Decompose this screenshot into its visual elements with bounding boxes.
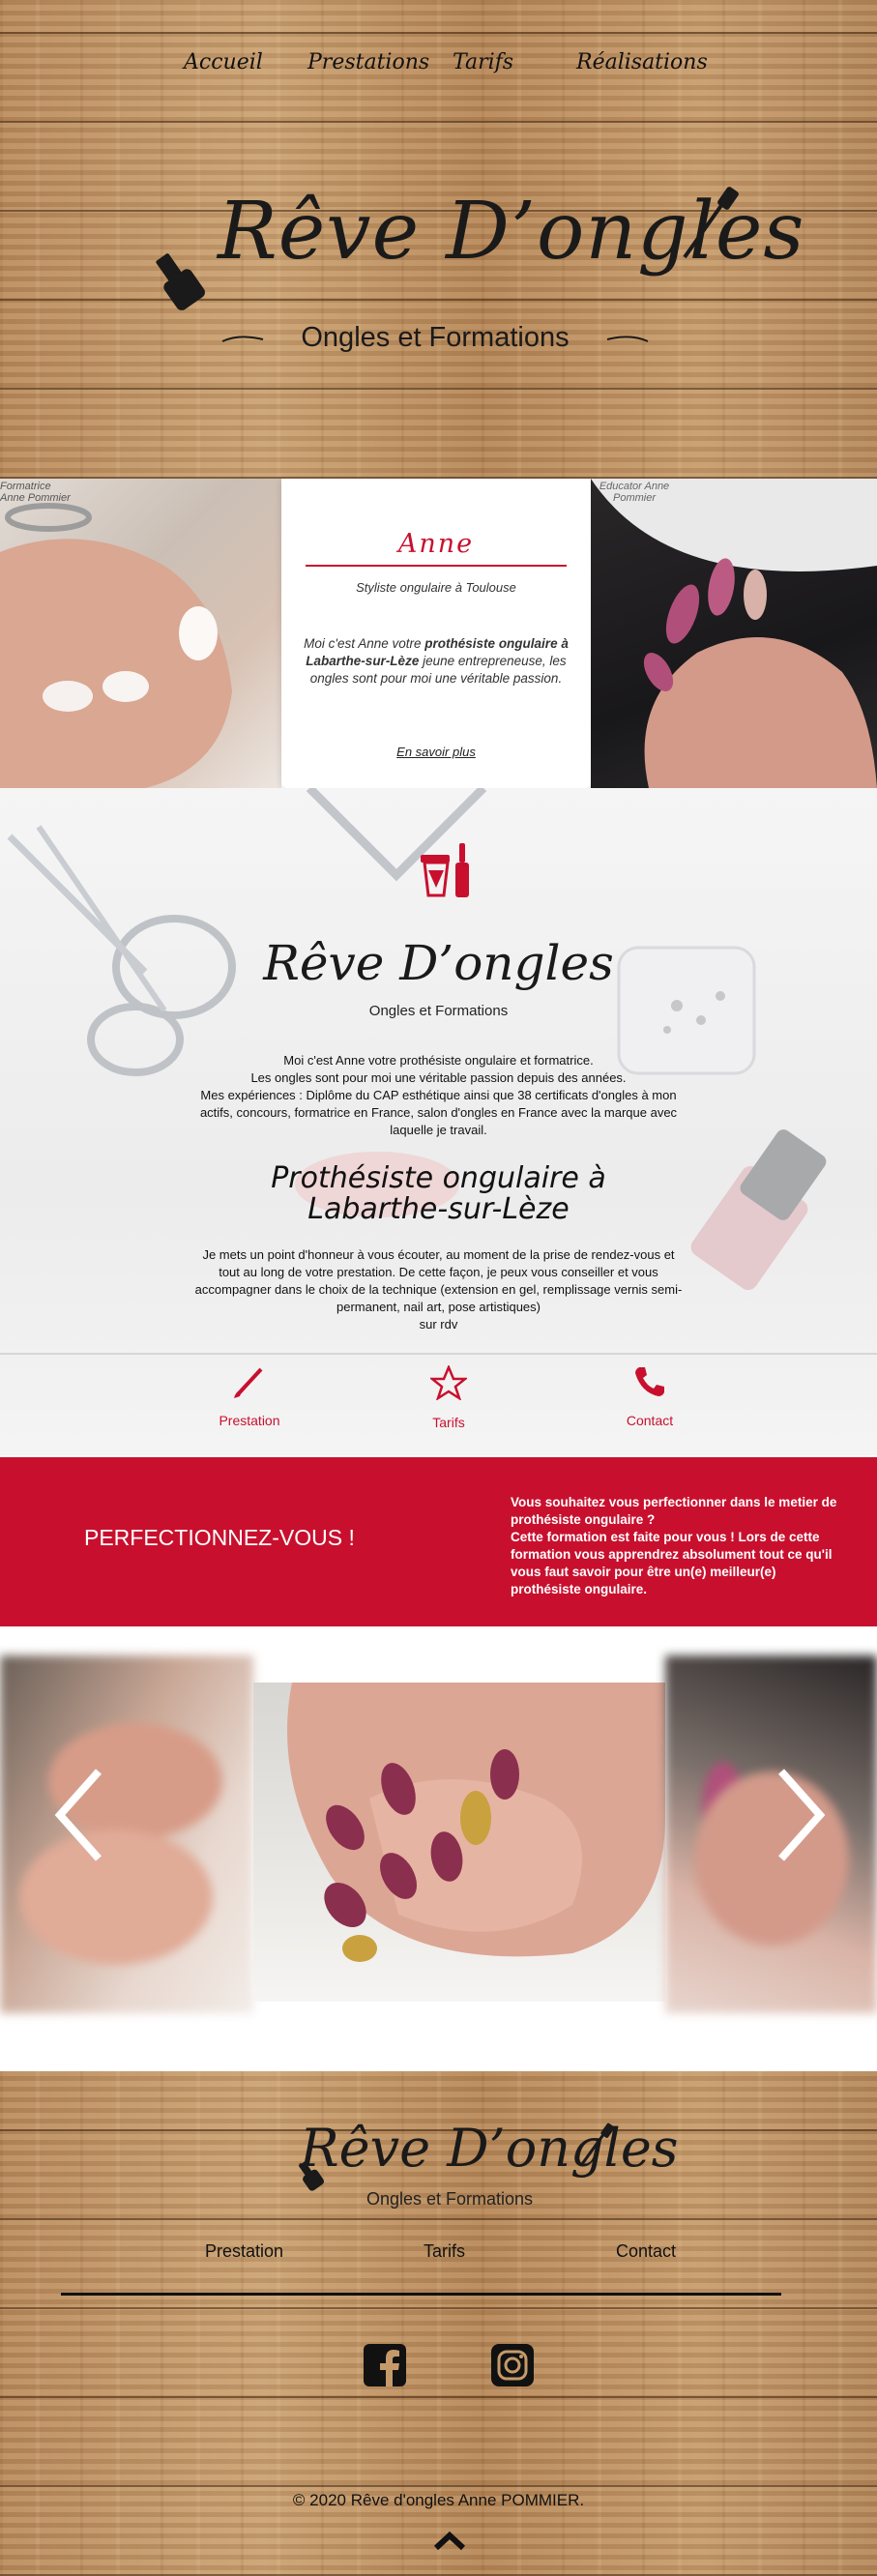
brand-tagline: Ongles et Formations [301, 322, 570, 353]
nails-photo-right: Educator Anne Pommier [591, 479, 877, 788]
nails-photo-left: Formatrice Anne Pommier [0, 479, 281, 788]
brush-icon [234, 1367, 263, 1398]
about-heading-wrap: Prothésiste ongulaire à Labarthe-sur-Lèze [0, 1163, 877, 1225]
hero-header: Accueil Prestations Tarifs Réalisations … [0, 0, 877, 479]
anne-card: Anne Styliste ongulaire à Toulouse Moi c… [281, 479, 591, 788]
gallery-photo-prev [0, 1655, 253, 2013]
gallery-photo-main [253, 1683, 665, 2002]
footer: Rêve D’ongles Ongles et Formations Prest… [0, 2071, 877, 2576]
heading-line-1: Prothésiste ongulaire à [271, 1161, 606, 1195]
about-section: Rêve D’ongles Ongles et Formations Moi c… [0, 788, 877, 1455]
nav-accueil[interactable]: Accueil [184, 50, 263, 74]
photo-caption-right: Educator Anne Pommier [599, 481, 670, 504]
learn-more-link[interactable]: En savoir plus [281, 745, 591, 759]
quick-link-label: Contact [626, 1413, 674, 1428]
quick-link-label: Prestation [219, 1413, 280, 1428]
service-text-wrap: Je mets un point d'honneur à vous écoute… [0, 1246, 877, 1333]
quick-link-contact[interactable]: Contact [572, 1365, 727, 1428]
footer-divider [61, 2293, 781, 2296]
footer-brush-icon [580, 2122, 615, 2165]
footer-link-prestation[interactable]: Prestation [205, 2241, 283, 2262]
quick-link-tarifs[interactable]: Tarifs [371, 1363, 526, 1430]
nail-polish-icon [421, 843, 469, 897]
facebook-icon[interactable] [362, 2342, 408, 2388]
nav-realisations[interactable]: Réalisations [576, 50, 708, 74]
carousel-prev-arrow[interactable] [48, 1762, 116, 1868]
training-banner: PERFECTIONNEZ-VOUS ! Vous souhaitez vous… [0, 1457, 877, 1626]
about-heading: Prothésiste ongulaire à Labarthe-sur-Lèze [0, 1163, 877, 1225]
quick-link-label: Tarifs [432, 1415, 465, 1430]
anne-role: Styliste ongulaire à Toulouse [356, 580, 516, 595]
about-paragraph: Moi c'est Anne votre prothésiste ongulai… [199, 1053, 678, 1137]
phone-icon [635, 1367, 664, 1396]
divider [306, 565, 567, 567]
anne-intro: Moi c'est Anne votre prothésiste ongulai… [301, 635, 571, 688]
nav-tarifs[interactable]: Tarifs [453, 50, 513, 74]
quick-link-prestation[interactable]: Prestation [172, 1365, 327, 1428]
about-tagline: Ongles et Formations [368, 1003, 509, 1019]
about-paragraph-wrap: Moi c'est Anne votre prothésiste ongulai… [0, 1052, 877, 1139]
copyright: © 2020 Rêve d'ongles Anne POMMIER. [292, 2491, 585, 2509]
anne-section: Formatrice Anne Pommier Anne Styliste on… [0, 479, 877, 788]
gallery-carousel [0, 1626, 877, 2071]
nav-prestations[interactable]: Prestations [307, 50, 429, 74]
footer-brand-logo: Rêve D’ongles [300, 2118, 679, 2179]
scroll-to-top-icon[interactable] [433, 2532, 466, 2551]
nail-brush-icon [683, 187, 739, 259]
carousel-next-arrow[interactable] [764, 1762, 832, 1868]
training-text: Vous souhaitez vous perfectionner dans l… [511, 1495, 837, 1596]
footer-link-tarifs[interactable]: Tarifs [424, 2241, 465, 2262]
about-brand-logo: Rêve D’ongles [263, 935, 614, 991]
tagline-flourish-right [606, 336, 649, 342]
anne-name: Anne [397, 529, 475, 559]
star-icon [428, 1363, 469, 1401]
nail-polish-bottle-icon [156, 253, 205, 310]
quick-links: Prestation Tarifs Contact [0, 1363, 877, 1452]
main-nav: Accueil Prestations Tarifs Réalisations [0, 50, 877, 85]
service-text: Je mets un point d'honneur à vous écoute… [194, 1247, 683, 1332]
photo-caption-left: Formatrice Anne Pommier [0, 481, 71, 504]
instagram-icon[interactable] [489, 2342, 536, 2388]
about-logo: Rêve D’ongles [0, 935, 877, 991]
footer-link-contact[interactable]: Contact [616, 2241, 676, 2262]
training-title: PERFECTIONNEZ-VOUS ! [84, 1525, 355, 1550]
heading-line-2: Labarthe-sur-Lèze [307, 1192, 570, 1226]
intro-text: Moi c'est Anne votre [304, 636, 425, 651]
footer-tagline: Ongles et Formations [365, 2189, 534, 2209]
